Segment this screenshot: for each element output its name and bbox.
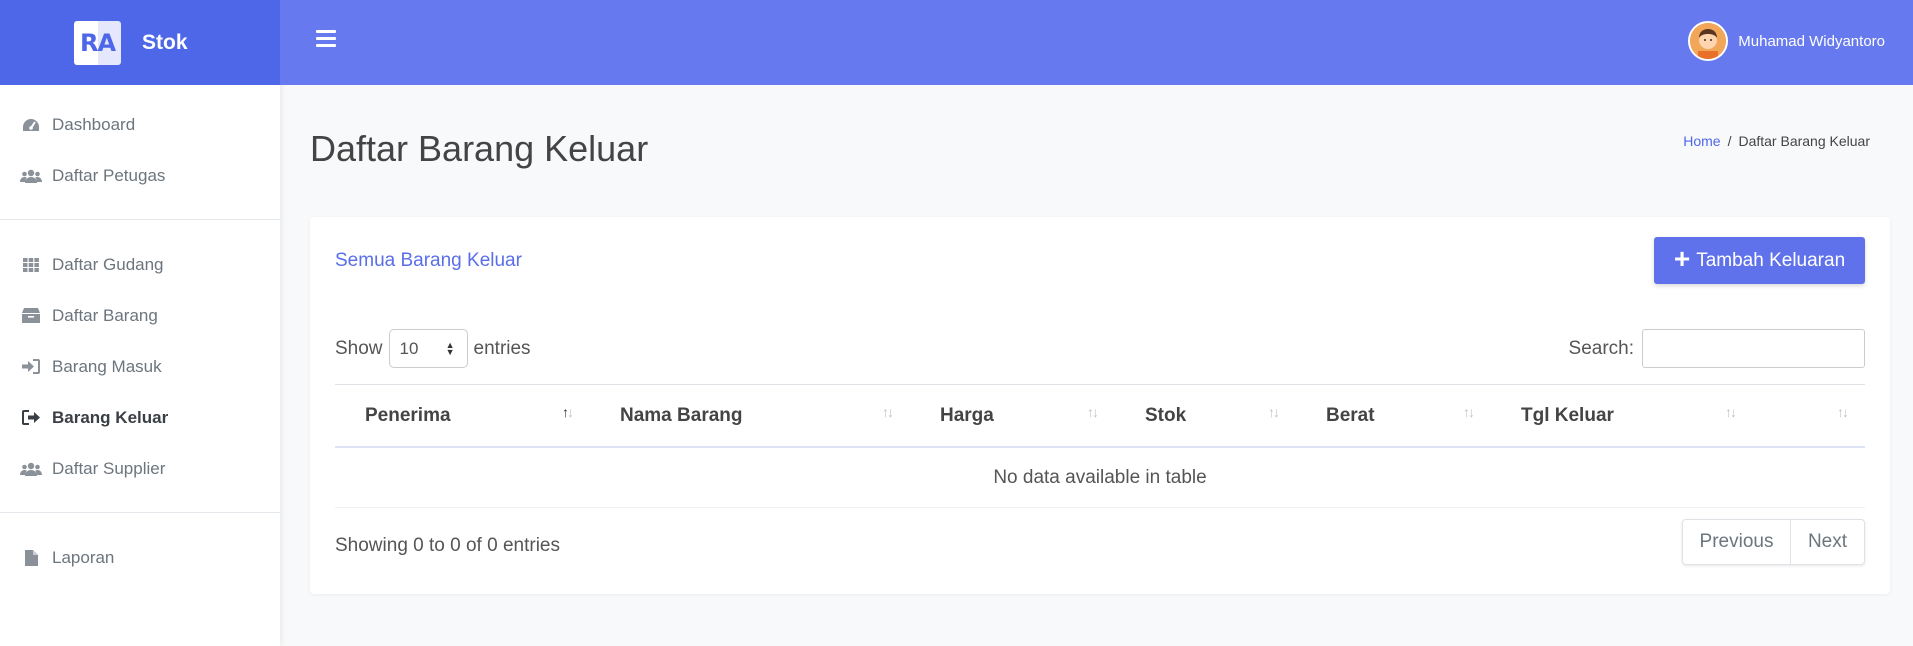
sidebar-divider bbox=[0, 219, 280, 220]
breadcrumb-home[interactable]: Home bbox=[1683, 133, 1720, 149]
avatar bbox=[1688, 21, 1729, 61]
sidebar-item-label: Laporan bbox=[52, 547, 115, 567]
brand-name: Stok bbox=[142, 30, 188, 54]
sidebar-item-daftar-barang[interactable]: Daftar Barang bbox=[0, 290, 280, 341]
add-button-label: Tambah Keluaran bbox=[1696, 249, 1846, 271]
sort-icon: ↑↓ bbox=[1837, 404, 1849, 420]
column-header-penerima[interactable]: Penerima ↑↓ bbox=[335, 385, 590, 446]
sidebar-item-laporan[interactable]: Laporan bbox=[0, 532, 280, 583]
next-button[interactable]: Next bbox=[1791, 520, 1864, 564]
sign-out-icon bbox=[20, 409, 42, 427]
column-label: Tgl Keluar bbox=[1521, 404, 1614, 426]
brand[interactable]: RA Stok bbox=[0, 0, 280, 85]
sidebar-item-label: Daftar Supplier bbox=[52, 458, 166, 478]
topbar: Muhamad Widyantoro bbox=[280, 0, 1913, 85]
entries-length: Show 10 ▲ ▼ entries bbox=[335, 329, 531, 368]
sidebar-divider bbox=[0, 512, 280, 513]
sign-in-icon bbox=[20, 358, 42, 376]
brand-logo: RA bbox=[74, 20, 121, 65]
entries-label: entries bbox=[473, 337, 531, 359]
data-table: Penerima ↑↓ Nama Barang ↑↓ Harga ↑↓ Stok… bbox=[335, 384, 1865, 508]
sidebar-item-barang-masuk[interactable]: Barang Masuk bbox=[0, 341, 280, 392]
search-input[interactable] bbox=[1642, 329, 1865, 368]
sort-icon: ↑↓ bbox=[1268, 404, 1280, 420]
entries-select[interactable]: 10 bbox=[388, 329, 468, 368]
sidebar-item-barang-keluar[interactable]: Barang Keluar bbox=[0, 392, 280, 443]
table-info: Showing 0 to 0 of 0 entries bbox=[335, 535, 560, 556]
box-icon bbox=[20, 307, 42, 325]
breadcrumb-separator: / bbox=[1727, 133, 1732, 149]
breadcrumb-current: Daftar Barang Keluar bbox=[1738, 133, 1870, 149]
sidebar-item-daftar-supplier[interactable]: Daftar Supplier bbox=[0, 443, 280, 494]
sidebar-item-daftar-gudang[interactable]: Daftar Gudang bbox=[0, 239, 280, 290]
column-label: Harga bbox=[940, 404, 994, 426]
sidebar-item-dashboard[interactable]: Dashboard bbox=[0, 99, 280, 150]
sidebar-item-label: Daftar Barang bbox=[52, 305, 158, 325]
sort-icon: ↑↓ bbox=[882, 404, 894, 420]
sidebar-item-label: Barang Masuk bbox=[52, 356, 162, 376]
table-header: Penerima ↑↓ Nama Barang ↑↓ Harga ↑↓ Stok… bbox=[335, 384, 1865, 448]
column-header-harga[interactable]: Harga ↑↓ bbox=[910, 385, 1115, 446]
column-label: Stok bbox=[1145, 404, 1187, 426]
sidebar-item-label: Daftar Gudang bbox=[52, 254, 164, 274]
column-header-action[interactable]: ↑↓ bbox=[1753, 385, 1865, 446]
add-keluaran-button[interactable]: + Tambah Keluaran bbox=[1654, 237, 1865, 284]
column-header-berat[interactable]: Berat ↑↓ bbox=[1296, 385, 1491, 446]
previous-button[interactable]: Previous bbox=[1683, 520, 1791, 564]
sidebar-item-label: Dashboard bbox=[52, 114, 136, 134]
sort-icon: ↑↓ bbox=[1087, 404, 1099, 420]
grid-icon bbox=[20, 256, 42, 274]
file-icon bbox=[20, 549, 42, 567]
hamburger-icon[interactable] bbox=[316, 30, 336, 48]
users-icon bbox=[20, 167, 42, 185]
plus-icon: + bbox=[1673, 243, 1691, 274]
sidebar-menu: Dashboard Daftar Petugas Daftar Gudang D… bbox=[0, 85, 280, 583]
column-header-nama-barang[interactable]: Nama Barang ↑↓ bbox=[590, 385, 910, 446]
pagination: Previous Next bbox=[1682, 519, 1865, 565]
card-title: Semua Barang Keluar bbox=[335, 250, 522, 271]
show-label: Show bbox=[335, 337, 383, 359]
column-header-tgl-keluar[interactable]: Tgl Keluar ↑↓ bbox=[1491, 385, 1753, 446]
sort-asc-icon: ↑↓ bbox=[562, 404, 574, 420]
users-icon bbox=[20, 460, 42, 478]
brand-logo-text: RA bbox=[79, 28, 116, 57]
column-label: Berat bbox=[1326, 404, 1375, 426]
column-label: Penerima bbox=[365, 404, 451, 426]
search-box: Search: bbox=[1569, 329, 1865, 368]
sidebar-item-label: Daftar Petugas bbox=[52, 165, 166, 185]
content-card: Semua Barang Keluar + Tambah Keluaran Sh… bbox=[310, 217, 1890, 594]
column-header-stok[interactable]: Stok ↑↓ bbox=[1115, 385, 1296, 446]
breadcrumb: Home / Daftar Barang Keluar bbox=[1683, 133, 1870, 149]
search-label: Search: bbox=[1568, 337, 1634, 359]
sidebar: RA Stok Dashboard Daftar Petugas Daftar … bbox=[0, 0, 280, 646]
speedometer-icon bbox=[20, 116, 42, 134]
sort-icon: ↑↓ bbox=[1725, 404, 1737, 420]
sidebar-item-label: Barang Keluar bbox=[52, 407, 169, 427]
sidebar-item-daftar-petugas[interactable]: Daftar Petugas bbox=[0, 150, 280, 201]
user-name: Muhamad Widyantoro bbox=[1738, 32, 1885, 50]
user-menu[interactable]: Muhamad Widyantoro bbox=[1688, 21, 1885, 61]
page-title: Daftar Barang Keluar bbox=[310, 128, 649, 169]
sort-icon: ↑↓ bbox=[1463, 404, 1475, 420]
column-label: Nama Barang bbox=[620, 404, 743, 426]
empty-table-message: No data available in table bbox=[335, 448, 1865, 508]
